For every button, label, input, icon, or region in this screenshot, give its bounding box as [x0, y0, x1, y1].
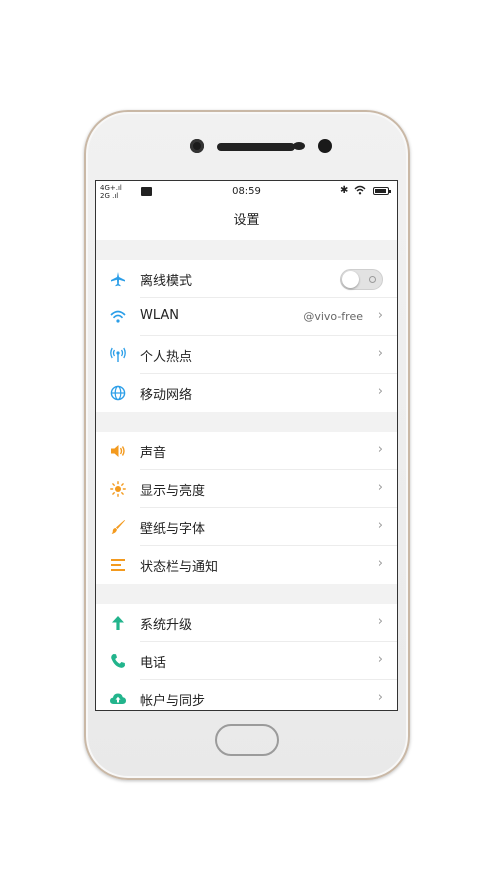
setting-label: 系统升级	[140, 618, 193, 633]
wifi-icon	[109, 308, 127, 326]
setting-row-wallpaper[interactable]: 壁纸与字体 ›	[96, 508, 397, 546]
chevron-right-icon: ›	[377, 346, 383, 361]
wlan-network-value: @vivo-free	[303, 310, 363, 323]
group-divider	[96, 412, 397, 432]
home-button[interactable]	[215, 724, 279, 756]
setting-label: 个人热点	[140, 350, 193, 365]
setting-row-airplane[interactable]: 离线模式	[96, 260, 397, 298]
setting-label: 帐户与同步	[140, 694, 206, 709]
toggle-knob	[342, 271, 359, 288]
setting-row-sound[interactable]: 声音 ›	[96, 432, 397, 470]
setting-row-phone[interactable]: 电话 ›	[96, 642, 397, 680]
setting-label: 状态栏与通知	[140, 560, 219, 575]
chevron-right-icon: ›	[377, 384, 383, 399]
chevron-right-icon: ›	[377, 308, 383, 323]
setting-row-system-update[interactable]: 系统升级 ›	[96, 604, 397, 642]
setting-row-mobile-network[interactable]: 移动网络 ›	[96, 374, 397, 412]
setting-row-account-sync[interactable]: 帐户与同步 ›	[96, 680, 397, 710]
sun-icon	[109, 480, 127, 498]
globe-icon	[109, 384, 127, 402]
airplane-toggle[interactable]	[340, 269, 383, 290]
cloud-sync-icon	[109, 690, 127, 708]
bluetooth-icon: ✱	[340, 185, 349, 196]
list-icon	[109, 556, 127, 574]
setting-label: 显示与亮度	[140, 484, 206, 499]
phone-icon	[109, 652, 127, 670]
setting-row-display[interactable]: 显示与亮度 ›	[96, 470, 397, 508]
group-divider	[96, 584, 397, 604]
chevron-right-icon: ›	[377, 614, 383, 629]
page-title: 设置	[233, 213, 260, 228]
settings-screen: 4G+.ıl 2G .ıl 08:59 ✱ 设置 离线模式 WLAN @vivo…	[95, 180, 398, 711]
front-camera	[190, 139, 204, 153]
setting-label: WLAN	[140, 308, 180, 323]
wifi-status-icon	[354, 185, 366, 195]
brush-icon	[109, 518, 127, 536]
light-sensor	[318, 139, 332, 153]
speaker-icon	[109, 442, 127, 460]
proximity-sensor	[293, 142, 305, 150]
toggle-off-indicator	[369, 276, 376, 283]
setting-row-hotspot[interactable]: 个人热点 ›	[96, 336, 397, 374]
chevron-right-icon: ›	[377, 556, 383, 571]
battery-icon	[373, 187, 391, 195]
setting-label: 离线模式	[140, 274, 193, 289]
chevron-right-icon: ›	[377, 518, 383, 533]
arrow-up-icon	[109, 614, 127, 632]
chevron-right-icon: ›	[377, 442, 383, 457]
chevron-right-icon: ›	[377, 480, 383, 495]
setting-row-statusbar[interactable]: 状态栏与通知 ›	[96, 546, 397, 584]
chevron-right-icon: ›	[377, 652, 383, 667]
airplane-icon	[109, 270, 127, 288]
setting-label: 壁纸与字体	[140, 522, 206, 537]
setting-label: 移动网络	[140, 388, 193, 403]
setting-label: 电话	[140, 656, 167, 671]
earpiece	[217, 143, 295, 151]
status-bar: 4G+.ıl 2G .ıl 08:59 ✱	[96, 181, 397, 203]
setting-row-wlan[interactable]: WLAN @vivo-free ›	[96, 298, 397, 336]
group-divider	[96, 240, 397, 260]
status-time: 08:59	[232, 186, 261, 197]
setting-label: 声音	[140, 446, 167, 461]
chevron-right-icon: ›	[377, 690, 383, 705]
hotspot-icon	[109, 346, 127, 364]
